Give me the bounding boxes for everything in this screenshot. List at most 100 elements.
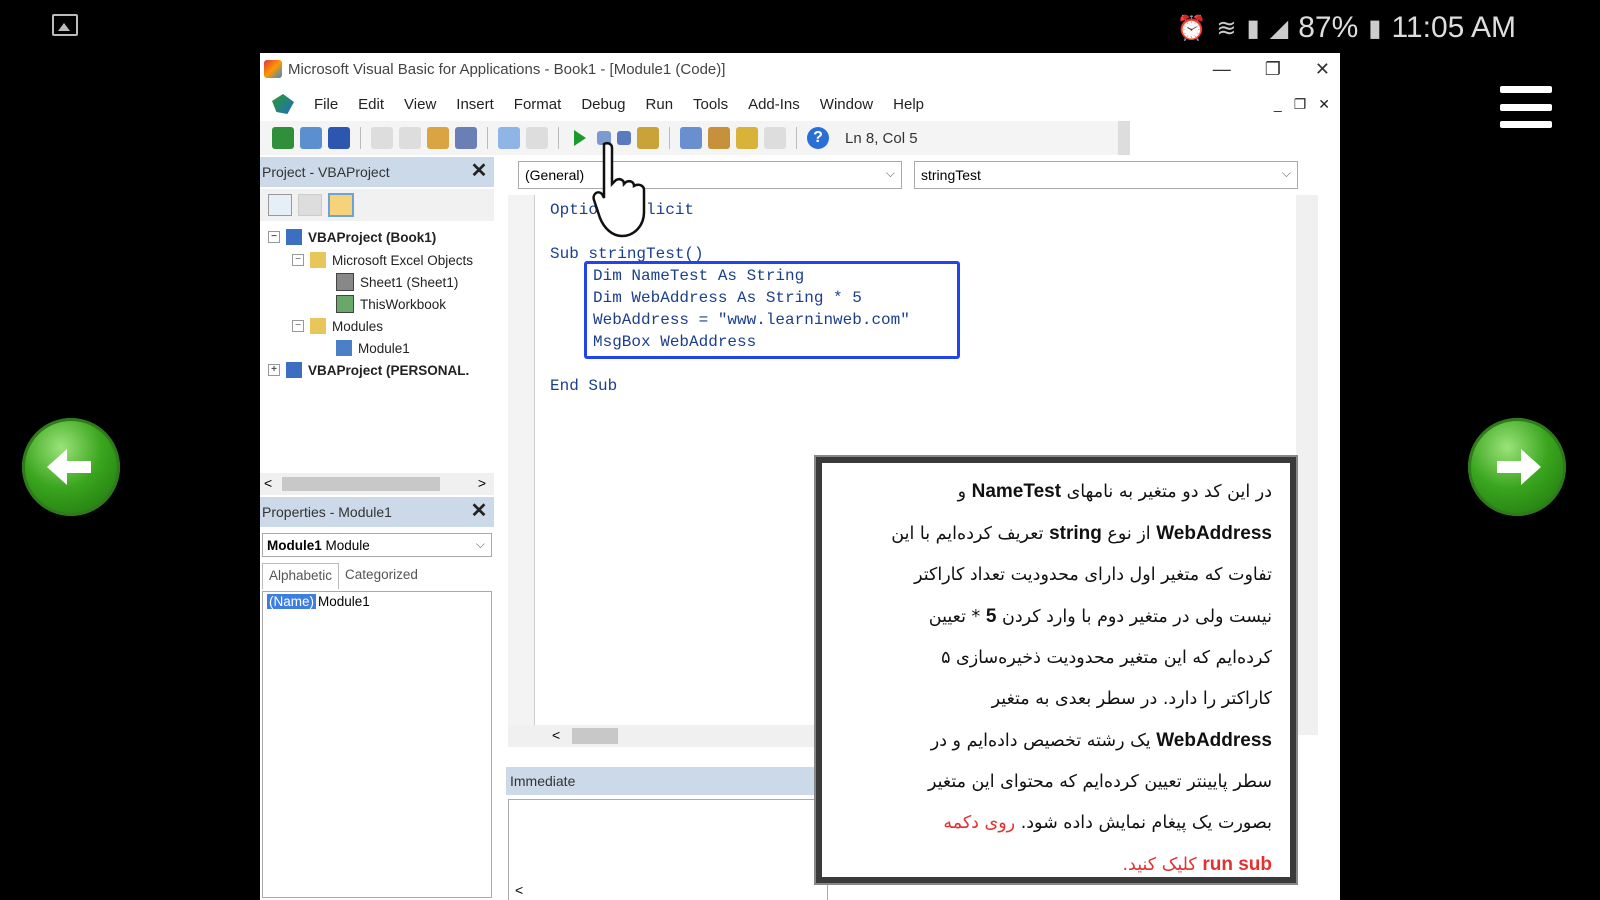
mdi-close-button[interactable]: ✕	[1318, 96, 1330, 113]
properties-window-icon[interactable]	[708, 127, 730, 149]
menu-file[interactable]: File	[304, 96, 348, 113]
expand-icon[interactable]: +	[268, 364, 280, 376]
tree-item-label: Sheet1 (Sheet1)	[360, 274, 459, 290]
menu-icon[interactable]	[1500, 86, 1552, 128]
property-name-value[interactable]: Module1	[318, 594, 370, 609]
menu-edit[interactable]: Edit	[348, 96, 394, 113]
project-pane-title: Project - VBAProject ✕	[260, 157, 494, 187]
scroll-left-icon[interactable]: <	[264, 475, 272, 491]
tree-item-label: VBAProject (Book1)	[308, 229, 437, 245]
toolbar-grip[interactable]	[1118, 121, 1130, 155]
property-name-key[interactable]: (Name)	[267, 594, 317, 609]
object-type: Module	[325, 537, 370, 553]
menu-add-ins[interactable]: Add-Ins	[738, 96, 810, 113]
menu-help[interactable]: Help	[883, 96, 934, 113]
object-combo-value: (General)	[525, 167, 585, 183]
scroll-left-icon[interactable]: <	[552, 727, 560, 743]
tree-item-label: ThisWorkbook	[360, 296, 447, 312]
object-select[interactable]: Module1 Module ⌵	[262, 533, 492, 557]
close-icon[interactable]: ✕	[468, 160, 490, 182]
tree-item-modules[interactable]: − Modules	[292, 316, 383, 336]
close-icon[interactable]: ✕	[468, 500, 490, 522]
tree-item-sheet1[interactable]: Sheet1 (Sheet1)	[336, 272, 458, 292]
menu-window[interactable]: Window	[810, 96, 883, 113]
collapse-icon[interactable]: −	[292, 320, 304, 332]
view-code-icon[interactable]	[268, 194, 292, 216]
menu-format[interactable]: Format	[504, 96, 572, 113]
text-line: * تعیین	[928, 607, 986, 627]
object-name: Module1	[267, 537, 322, 553]
tab-alphabetic[interactable]: Alphabetic	[262, 563, 340, 589]
text-line: بصورت یک پیغام نمایش داده شود.	[1015, 813, 1272, 833]
project-explorer-icon[interactable]	[680, 127, 702, 149]
scroll-right-icon[interactable]: >	[478, 475, 486, 491]
var-name: WebAddress	[1156, 730, 1272, 751]
redo-icon[interactable]	[526, 127, 548, 149]
close-button[interactable]: ✕	[1315, 59, 1330, 80]
wifi-icon: ≋	[1216, 14, 1237, 42]
tab-categorized[interactable]: Categorized	[339, 563, 424, 589]
toggle-folders-icon[interactable]	[328, 193, 354, 217]
scroll-left-icon[interactable]: <	[515, 882, 523, 898]
undo-icon[interactable]	[498, 127, 520, 149]
vba-icon[interactable]	[272, 94, 294, 114]
tree-item-label: Module1	[358, 340, 410, 356]
view-object-icon[interactable]	[298, 194, 322, 216]
object-browser-icon[interactable]	[736, 127, 758, 149]
text-line: تعریف کرده‌ایم با این	[891, 524, 1050, 544]
cut-icon[interactable]	[371, 127, 393, 149]
minimize-button[interactable]: —	[1213, 59, 1231, 80]
mdi-restore-button[interactable]: ❐	[1294, 96, 1307, 113]
scroll-thumb[interactable]	[572, 728, 618, 744]
menu-debug[interactable]: Debug	[571, 96, 635, 113]
tree-item-excel-objects[interactable]: − Microsoft Excel Objects	[292, 250, 473, 270]
tree-item-thisworkbook[interactable]: ThisWorkbook	[336, 294, 446, 314]
text-line: تفاوت که متغیر اول دارای محدودیت تعداد ک…	[914, 565, 1272, 585]
next-arrow-icon[interactable]	[1468, 418, 1566, 516]
insert-module-icon[interactable]	[300, 127, 322, 149]
tree-item-label: VBAProject (PERSONAL.	[308, 362, 470, 378]
workbook-icon	[336, 295, 354, 313]
project-hscrollbar[interactable]: < >	[260, 473, 494, 495]
properties-grid: (Name) Module1	[262, 591, 492, 898]
restore-button[interactable]: ❐	[1265, 59, 1281, 80]
collapse-icon[interactable]: −	[292, 254, 304, 266]
find-icon[interactable]	[455, 127, 477, 149]
menu-tools[interactable]: Tools	[683, 96, 738, 113]
chevron-down-icon[interactable]: ⌵	[476, 537, 485, 552]
margin-indicator-bar[interactable]	[508, 195, 535, 735]
project-pane-label: Project - VBAProject	[262, 164, 390, 180]
help-icon[interactable]: ?	[807, 127, 829, 149]
copy-icon[interactable]	[399, 127, 421, 149]
collapse-icon[interactable]: −	[268, 231, 280, 243]
chevron-down-icon[interactable]: ⌵	[1282, 166, 1291, 181]
view-excel-icon[interactable]	[272, 127, 294, 149]
toolbox-icon[interactable]	[764, 127, 786, 149]
procedure-combo[interactable]: stringTest ⌵	[914, 161, 1298, 189]
code-hscrollbar[interactable]: <	[508, 725, 828, 747]
run-sub-icon[interactable]	[574, 130, 586, 146]
menu-run[interactable]: Run	[636, 96, 684, 113]
explanation-text: در این کد دو متغیر به نامهای NameTest و …	[822, 463, 1290, 886]
scroll-thumb[interactable]	[282, 477, 440, 491]
properties-pane-title: Properties - Module1 ✕	[260, 497, 494, 527]
run-sub-label: run sub	[1202, 854, 1272, 875]
tree-item-vbaproject-book1[interactable]: − VBAProject (Book1)	[268, 227, 436, 247]
immediate-input[interactable]: <	[508, 799, 828, 900]
tree-item-module1[interactable]: Module1	[336, 338, 410, 358]
menu-insert[interactable]: Insert	[446, 96, 504, 113]
code-vscrollbar[interactable]	[1296, 195, 1318, 735]
chevron-down-icon[interactable]: ⌵	[886, 166, 895, 181]
project-tree: − VBAProject (Book1) − Microsoft Excel O…	[260, 225, 494, 475]
text-line: از نوع	[1101, 524, 1157, 544]
tree-item-vbaproject-personal[interactable]: + VBAProject (PERSONAL.	[268, 360, 469, 380]
battery-icon: ▮	[1368, 14, 1382, 42]
mdi-minimize-button[interactable]: _	[1274, 96, 1282, 112]
text-line: در این کد دو متغیر به نامهای	[1061, 482, 1272, 502]
menu-view[interactable]: View	[394, 96, 446, 113]
object-combo[interactable]: (General) ⌵	[518, 161, 902, 189]
tree-item-label: Microsoft Excel Objects	[332, 252, 474, 268]
previous-arrow-icon[interactable]	[22, 418, 120, 516]
save-icon[interactable]	[328, 127, 350, 149]
paste-icon[interactable]	[427, 127, 449, 149]
